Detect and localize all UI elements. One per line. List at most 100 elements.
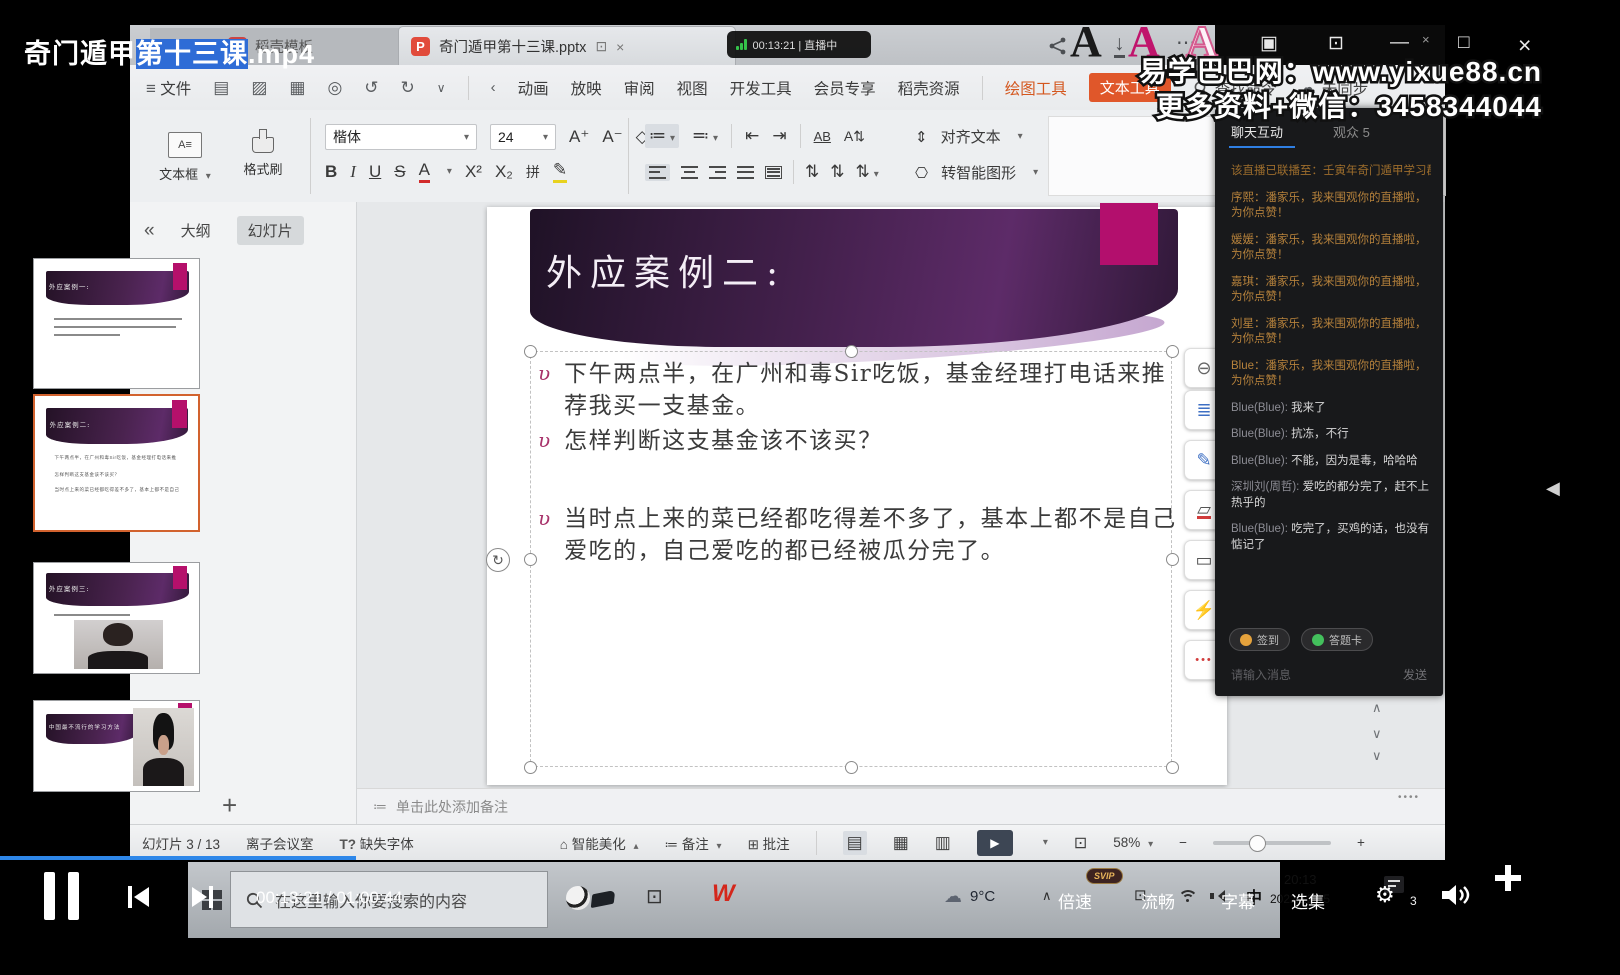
view-reading-icon[interactable]: ▥ xyxy=(935,833,951,853)
menu-animation[interactable]: 动画 xyxy=(518,77,549,99)
episodes-button[interactable]: 选集 xyxy=(1291,888,1325,913)
scroll-up-icon[interactable]: ∧ xyxy=(1372,700,1382,716)
fit-slide-icon[interactable]: ⊡ xyxy=(1074,833,1087,853)
video-progress-bar[interactable] xyxy=(0,856,356,860)
highlight-button[interactable]: ✎ xyxy=(553,160,567,183)
slideshow-play-button[interactable]: ▶ xyxy=(977,830,1013,856)
previous-button[interactable] xyxy=(128,886,149,908)
close-tab-icon[interactable]: × xyxy=(616,39,624,55)
superscript-button[interactable]: X² xyxy=(465,162,482,182)
export-icon[interactable]: ▨ xyxy=(251,78,267,98)
italic-button[interactable]: I xyxy=(350,162,356,182)
zoom-level[interactable]: 58% ▾ xyxy=(1113,835,1153,850)
view-normal-icon[interactable]: ▤ xyxy=(843,831,867,855)
textbox-button[interactable]: A≡ 文本框 ▾ xyxy=(152,118,218,196)
weather-temp[interactable]: 9°C xyxy=(970,888,995,905)
strikethrough-button[interactable]: S xyxy=(394,162,405,182)
share-icon[interactable] xyxy=(1048,36,1068,62)
resize-handle[interactable] xyxy=(1166,345,1179,358)
menu-view[interactable]: 视图 xyxy=(677,77,708,99)
scroll-down-icon[interactable]: ∨ xyxy=(1372,748,1382,764)
print-preview-icon[interactable]: ◎ xyxy=(327,78,342,98)
playback-speed-button[interactable]: 倍速 xyxy=(1058,888,1092,913)
minimize-icon[interactable]: — xyxy=(1390,32,1409,54)
volume-button[interactable] xyxy=(1440,882,1470,913)
meeting-room-label[interactable]: 离子会议室 xyxy=(246,833,314,853)
notes-toggle-button[interactable]: ≔ 备注 ▾ xyxy=(665,833,722,853)
font-size-select[interactable]: 24▾ xyxy=(490,124,556,150)
add-slide-button[interactable]: + xyxy=(222,790,237,821)
text-direction-button[interactable]: A⇅ xyxy=(844,128,865,145)
wifi-icon[interactable] xyxy=(1178,890,1196,903)
shrink-font-button[interactable]: A⁻ xyxy=(602,127,622,147)
spacing-options-button[interactable]: ⇅▾ xyxy=(856,162,879,182)
side-panel-toggle-icon[interactable]: ◀ xyxy=(1546,478,1560,499)
resize-handle[interactable] xyxy=(524,761,537,774)
underline-button[interactable]: U xyxy=(369,162,381,182)
subtitle-button[interactable]: 字幕 xyxy=(1221,888,1255,913)
chat-tab-interaction[interactable]: 聊天互动 xyxy=(1231,122,1283,141)
zoom-out-button[interactable]: − xyxy=(1179,835,1187,850)
quality-button[interactable]: 流畅 xyxy=(1141,888,1175,913)
zoom-slider-handle[interactable] xyxy=(1249,835,1266,852)
save-icon[interactable]: ▤ xyxy=(213,78,229,98)
play-options-icon[interactable]: ▾ xyxy=(1043,837,1048,848)
format-painter-button[interactable]: 格式刷 xyxy=(230,118,296,196)
font-name-select[interactable]: 楷体▾ xyxy=(325,124,477,150)
resize-handle[interactable] xyxy=(845,761,858,774)
align-right-icon[interactable] xyxy=(709,166,726,179)
chat-input[interactable]: 请输入消息 xyxy=(1231,666,1291,683)
resize-handle[interactable] xyxy=(1166,761,1179,774)
scroll-down-icon[interactable]: ∨ xyxy=(1372,726,1382,742)
task-view-icon[interactable]: ⊡ xyxy=(646,884,663,909)
menu-slideshow[interactable]: 放映 xyxy=(571,77,602,99)
notes-bar[interactable]: ≔ 单击此处添加备注 xyxy=(357,788,1445,824)
align-center-icon[interactable] xyxy=(681,166,698,179)
slide-thumbnail-4[interactable]: 外应案例三: xyxy=(33,562,200,674)
smart-graphic-button[interactable]: ⎔ 转智能图形▾ xyxy=(915,162,1038,183)
distribute-icon[interactable] xyxy=(765,166,782,179)
collapse-panel-icon[interactable]: « xyxy=(144,220,155,242)
resize-handle[interactable] xyxy=(524,553,537,566)
menu-review[interactable]: 审阅 xyxy=(624,77,655,99)
redo-icon[interactable]: ↻ xyxy=(401,78,415,98)
undo-icon[interactable]: ↺ xyxy=(364,78,378,98)
close-small-icon[interactable]: × xyxy=(1422,32,1430,47)
menu-templates[interactable]: 稻壳资源 xyxy=(898,77,960,99)
align-text-button[interactable]: ⇕ 对齐文本▾ xyxy=(915,126,1023,147)
resize-handle[interactable] xyxy=(524,345,537,358)
bullets-button[interactable]: ≔▾ xyxy=(645,124,679,148)
file-menu[interactable]: ≡ 文件 xyxy=(146,77,191,99)
para-spacing-button[interactable]: ⇅ xyxy=(830,162,844,182)
slide-thumbnail-2[interactable]: 外应案例一: xyxy=(33,258,200,389)
wps-taskbar-icon[interactable]: W xyxy=(712,880,735,908)
tab-current-pptx[interactable]: P 奇门遁甲第十三课.pptx ⊡ × xyxy=(398,26,736,66)
phonetic-guide-button[interactable]: 拼 xyxy=(526,162,540,182)
menu-devtools[interactable]: 开发工具 xyxy=(730,77,792,99)
font-color-dropdown-icon[interactable]: ▾ xyxy=(447,166,452,177)
menu-draw-tools[interactable]: 绘图工具 xyxy=(1005,77,1067,99)
view-sorter-icon[interactable]: ▦ xyxy=(893,833,909,853)
justify-icon[interactable] xyxy=(737,166,754,179)
zoom-slider[interactable] xyxy=(1213,841,1331,845)
soccer-app-icon[interactable] xyxy=(566,886,590,910)
indent-button[interactable]: ⇥ xyxy=(772,126,786,146)
print-icon[interactable]: ▦ xyxy=(289,78,305,98)
next-button[interactable] xyxy=(192,886,213,908)
boot-app-icon[interactable] xyxy=(591,890,616,908)
char-spacing-button[interactable]: AB xyxy=(814,129,831,144)
slide-thumbnail-5[interactable]: 中国最不流行的学习方法 xyxy=(33,700,200,792)
missing-font-warning[interactable]: T? 缺失字体 xyxy=(340,833,414,853)
align-left-icon[interactable] xyxy=(645,164,670,181)
pause-button[interactable] xyxy=(44,872,79,920)
numbering-button[interactable]: ≕▾ xyxy=(692,126,718,146)
subscript-button[interactable]: X₂ xyxy=(495,162,513,182)
maximize-icon[interactable]: □ xyxy=(1458,32,1469,54)
zoom-in-button[interactable]: + xyxy=(1357,835,1365,850)
grow-font-button[interactable]: A⁺ xyxy=(569,127,589,147)
cast-screen-icon[interactable]: ▣ xyxy=(1260,32,1278,55)
settings-gear-icon[interactable]: ⚙ xyxy=(1375,882,1395,908)
line-spacing-button[interactable]: ⇅ xyxy=(805,162,819,182)
notes-resize-dots[interactable]: •••• xyxy=(1398,792,1420,803)
chat-message-list[interactable]: 该直播已联播至：壬寅年奇门遁甲学习群 序熙：潘家乐，我来围观你的直播啦，为你点赞… xyxy=(1231,164,1431,564)
